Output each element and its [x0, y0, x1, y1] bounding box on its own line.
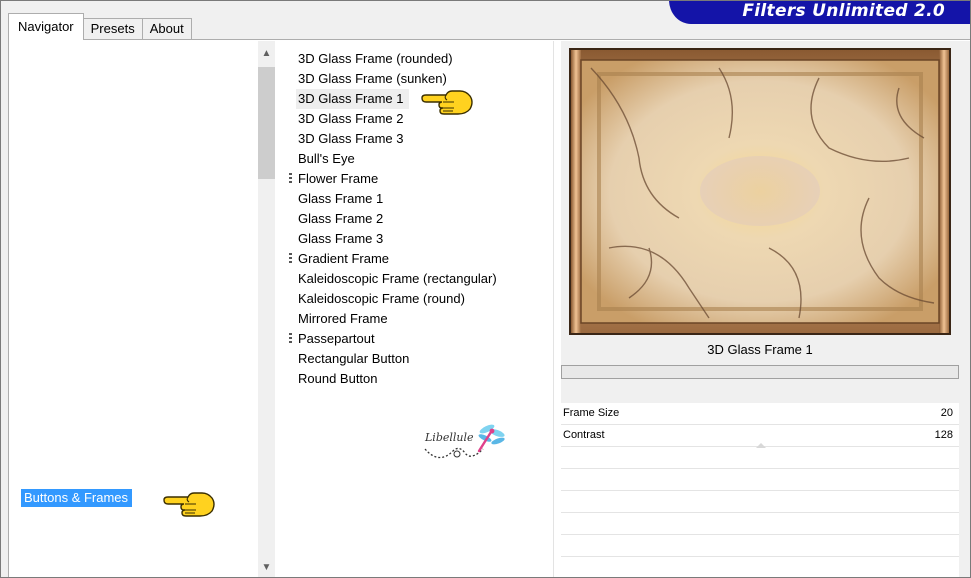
tab-navigator[interactable]: Navigator	[8, 13, 84, 40]
category-list[interactable]: Buttons & Frames	[10, 41, 258, 577]
filter-item-label: Passepartout	[298, 331, 375, 346]
libellule-logo: Libellule	[424, 424, 505, 459]
filter-item[interactable]: Glass Frame 3	[296, 229, 385, 249]
param-label: Frame Size	[563, 407, 620, 419]
pane-divider	[553, 41, 554, 577]
filter-item[interactable]: Flower Frame	[289, 169, 380, 189]
group-marker-icon	[289, 173, 292, 185]
param-row-contrast[interactable]: Contrast 128	[561, 425, 959, 448]
preview-image	[569, 48, 951, 335]
filter-item[interactable]: Mirrored Frame	[296, 309, 390, 329]
filter-item-label: Bull's Eye	[298, 151, 355, 166]
preview-pane: 3D Glass Frame 1 Frame Size 20 Contrast …	[561, 41, 970, 577]
filter-item[interactable]: 3D Glass Frame 3	[296, 129, 405, 149]
tab-presets[interactable]: Presets	[82, 18, 143, 40]
category-item-buttons-frames[interactable]: Buttons & Frames	[21, 489, 133, 507]
logo-text: Libellule	[424, 431, 474, 444]
filter-item-label: Kaleidoscopic Frame (round)	[298, 291, 465, 306]
parameter-list: Frame Size 20 Contrast 128	[561, 403, 959, 577]
filter-item[interactable]: Bull's Eye	[296, 149, 357, 169]
filter-item[interactable]: Glass Frame 2	[296, 209, 385, 229]
filter-info-box	[561, 365, 959, 379]
filter-item[interactable]: 3D Glass Frame 2	[296, 109, 405, 129]
filter-item-selected[interactable]: 3D Glass Frame 1	[296, 89, 410, 109]
tab-about[interactable]: About	[141, 18, 192, 40]
filters-unlimited-window: Filters Unlimited 2.0 Navigator Presets …	[0, 0, 971, 578]
filter-item-label: Rectangular Button	[298, 351, 410, 366]
filter-item[interactable]: Passepartout	[289, 329, 377, 349]
filter-item[interactable]: Gradient Frame	[289, 249, 391, 269]
filter-item-label: Glass Frame 1	[298, 191, 384, 206]
pointing-hand-icon	[163, 492, 215, 517]
param-row-empty	[561, 513, 959, 535]
param-value: 128	[934, 429, 953, 441]
param-row-empty	[561, 469, 959, 491]
filter-item-label: Kaleidoscopic Frame (rectangular)	[298, 271, 497, 286]
group-marker-icon	[289, 253, 292, 265]
filter-item[interactable]: Kaleidoscopic Frame (round)	[296, 289, 467, 309]
param-row-frame-size[interactable]: Frame Size 20	[561, 403, 959, 425]
chevron-down-icon[interactable]: ▼	[258, 559, 275, 576]
title-banner: Filters Unlimited 2.0	[669, 1, 970, 24]
filter-item[interactable]: Round Button	[296, 369, 380, 389]
filter-item[interactable]: 3D Glass Frame (rounded)	[296, 49, 455, 69]
pointing-hand-icon	[421, 90, 473, 115]
filter-item-label: Flower Frame	[298, 171, 379, 186]
scroll-thumb[interactable]	[258, 67, 275, 179]
dragonfly-icon	[477, 424, 505, 453]
filter-item-label: 3D Glass Frame 1	[298, 91, 404, 106]
app-title: Filters Unlimited 2.0	[742, 1, 945, 21]
tab-bar: Navigator Presets About	[8, 13, 192, 40]
filter-item-label: Glass Frame 2	[298, 211, 384, 226]
filter-item[interactable]: Rectangular Button	[296, 349, 411, 369]
category-scrollbar[interactable]: ▲ ▼	[258, 41, 275, 577]
filter-item-label: 3D Glass Frame 2	[298, 111, 404, 126]
param-row-empty	[561, 557, 959, 577]
param-value: 20	[940, 407, 953, 419]
param-row-empty	[561, 491, 959, 513]
navigator-panel: Buttons & Frames ▲ ▼ 3D Glass Frame (rou…	[8, 39, 970, 577]
filter-item-label: Round Button	[298, 371, 378, 386]
filter-item-label: Mirrored Frame	[298, 311, 388, 326]
filter-list[interactable]: 3D Glass Frame (rounded) 3D Glass Frame …	[275, 41, 553, 577]
filter-item-label: Glass Frame 3	[298, 231, 384, 246]
filter-item-label: 3D Glass Frame (rounded)	[298, 51, 453, 66]
param-label: Contrast	[563, 429, 605, 441]
chevron-up-icon[interactable]: ▲	[258, 45, 275, 62]
selected-filter-name: 3D Glass Frame 1	[707, 342, 813, 357]
filter-item[interactable]: Kaleidoscopic Frame (rectangular)	[296, 269, 499, 289]
filter-item-label: Gradient Frame	[298, 251, 390, 266]
param-row-empty	[561, 447, 959, 469]
group-marker-icon	[289, 333, 292, 345]
filter-item[interactable]: Glass Frame 1	[296, 189, 385, 209]
filter-item-label: 3D Glass Frame (sunken)	[298, 71, 447, 86]
filter-item-label: 3D Glass Frame 3	[298, 131, 404, 146]
param-row-empty	[561, 535, 959, 557]
filter-item[interactable]: 3D Glass Frame (sunken)	[296, 69, 449, 89]
